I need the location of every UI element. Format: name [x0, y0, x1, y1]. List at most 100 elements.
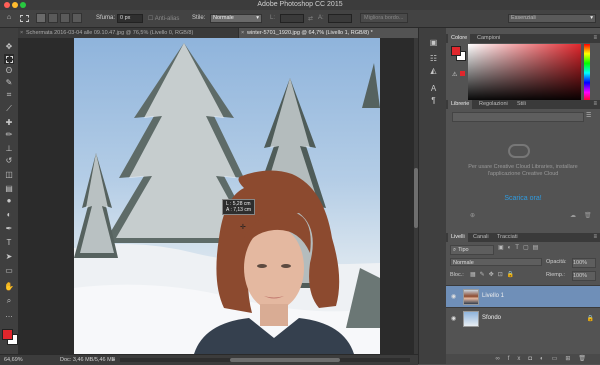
add-content-icon[interactable]: ⊕ [470, 212, 475, 219]
color-picker-field[interactable] [468, 44, 581, 102]
tab-layers[interactable]: Livelli [448, 233, 468, 242]
marquee-tool-preset-icon[interactable] [18, 13, 30, 23]
tab-color[interactable]: Colore [448, 34, 471, 43]
healing-brush-tool-icon[interactable]: ✚ [4, 118, 14, 128]
libraries-footer: ⊕ ☁ 🗑 [446, 212, 600, 222]
delete-icon[interactable]: 🗑 [584, 212, 592, 219]
close-icon[interactable]: × [241, 28, 244, 38]
fg-color-swatch[interactable] [451, 46, 461, 56]
new-layer-icon[interactable]: ⊞ [565, 356, 578, 362]
add-selection-button[interactable] [48, 13, 58, 23]
antialias-checkbox[interactable]: ☐ Anti-alias [148, 15, 179, 22]
library-list-view-icon[interactable]: ☰ [586, 112, 591, 119]
out-of-gamut-swatch[interactable] [460, 71, 465, 76]
library-select[interactable] [452, 112, 584, 122]
type-filter-icon[interactable]: T [515, 245, 523, 251]
document-image[interactable]: L : 5,28 cm A : 7,13 cm ✛ [74, 38, 380, 354]
download-link[interactable]: Scarica ora! [446, 195, 600, 202]
tab-document-1[interactable]: × Schermata 2016-03-04 alle 09.10.47.jpg… [18, 28, 238, 38]
lock-transparent-icon[interactable]: ▦ [470, 272, 480, 278]
opacity-input[interactable]: 100% [572, 258, 596, 268]
panel-menu-icon[interactable]: ≡ [593, 34, 597, 43]
clone-stamp-tool-icon[interactable]: ⊥ [4, 144, 14, 154]
style-select[interactable]: Normale ▾ [210, 14, 262, 23]
paragraph-panel-icon[interactable]: ¶ [428, 96, 439, 106]
crop-tool-icon[interactable]: ⌗ [4, 90, 14, 100]
new-selection-button[interactable] [36, 13, 46, 23]
layer-thumbnail [463, 289, 479, 305]
gradient-tool-icon[interactable]: ▤ [4, 184, 14, 194]
feather-input[interactable]: 0 px [117, 14, 143, 23]
path-selection-tool-icon[interactable]: ➤ [4, 252, 14, 262]
lock-image-icon[interactable]: ✎ [480, 272, 489, 278]
character-panel-icon[interactable]: A [428, 84, 439, 94]
tab-libraries[interactable]: Librerie [448, 100, 473, 109]
subtract-selection-button[interactable] [60, 13, 70, 23]
type-tool-icon[interactable]: T [4, 238, 14, 248]
hue-slider[interactable] [584, 44, 590, 102]
panel-menu-icon[interactable]: ≡ [593, 233, 597, 242]
tab-styles[interactable]: Stili [514, 100, 529, 109]
lasso-tool-icon[interactable]: ʘ [4, 66, 14, 76]
filter-kind-value: Tipo [458, 247, 469, 253]
dimension-tooltip: L : 5,28 cm A : 7,13 cm [222, 199, 256, 215]
panel-menu-icon[interactable]: ≡ [593, 100, 597, 109]
opacity-label: Opacità: [546, 259, 567, 265]
height-input[interactable] [328, 14, 352, 23]
cc-sync-icon[interactable]: ☁ [570, 212, 576, 219]
history-brush-tool-icon[interactable]: ↺ [4, 156, 14, 166]
hand-tool-icon[interactable]: ✋ [4, 282, 14, 292]
width-input[interactable] [280, 14, 304, 23]
eyedropper-tool-icon[interactable]: ⟋ [4, 104, 14, 114]
history-panel-icon[interactable]: ▣ [428, 38, 439, 48]
close-icon[interactable]: × [20, 28, 23, 38]
workspace-select[interactable]: Essenziali ▾ [508, 14, 596, 23]
blur-tool-icon[interactable]: ● [4, 196, 14, 206]
intersect-selection-button[interactable] [72, 13, 82, 23]
properties-panel-icon[interactable]: ☷ [428, 54, 439, 64]
tab-channels[interactable]: Canali [470, 233, 492, 242]
shape-filter-icon[interactable]: ▢ [523, 245, 533, 251]
fill-input[interactable]: 100% [572, 271, 596, 281]
adjustments-panel-icon[interactable]: ◭ [428, 66, 439, 76]
lock-artboard-icon[interactable]: ⊡ [498, 272, 507, 278]
layer-style-icon[interactable]: fx [508, 356, 529, 362]
move-tool-icon[interactable]: ✥ [4, 42, 14, 52]
lock-all-icon[interactable]: 🔒 [507, 272, 518, 278]
lock-position-icon[interactable]: ✥ [489, 272, 498, 278]
dodge-tool-icon[interactable]: ◐ [4, 210, 14, 220]
new-group-icon[interactable]: ▭ [552, 356, 566, 362]
blend-mode-select[interactable]: Normale [450, 258, 542, 266]
link-layers-icon[interactable]: ∞ [495, 356, 507, 362]
home-icon[interactable]: ⌂ [3, 13, 15, 23]
zoom-tool-icon[interactable]: ⌕ [4, 296, 14, 306]
visibility-eye-icon[interactable]: ◉ [451, 293, 456, 300]
pixel-filter-icon[interactable]: ▣ [498, 245, 508, 251]
tab-swatches[interactable]: Campioni [474, 34, 503, 43]
add-mask-icon[interactable]: ◘ [528, 356, 540, 362]
foreground-color-swatch[interactable] [2, 329, 13, 340]
eraser-tool-icon[interactable]: ◫ [4, 170, 14, 180]
rectangle-tool-icon[interactable]: ▭ [4, 266, 14, 276]
scrollbar-thumb[interactable] [230, 358, 340, 362]
brush-tool-icon[interactable]: ✏ [4, 130, 14, 140]
tab-paths[interactable]: Tracciati [494, 233, 521, 242]
layer-filter-select[interactable]: ⌕ Tipo [450, 245, 494, 255]
horizontal-scrollbar[interactable] [120, 358, 410, 362]
gamut-warning-icon[interactable]: ⚠ [452, 71, 457, 78]
rectangular-marquee-tool-icon[interactable] [4, 54, 14, 64]
pen-tool-icon[interactable]: ✒ [4, 224, 14, 234]
tab-adjustments[interactable]: Regolazioni [476, 100, 511, 109]
layer-row-livello-1[interactable]: ◉ Livello 1 [446, 285, 600, 307]
layer-row-sfondo[interactable]: ◉ Sfondo 🔒 [446, 307, 600, 329]
new-adjustment-icon[interactable]: ◐ [540, 356, 552, 362]
visibility-eye-icon[interactable]: ◉ [451, 315, 456, 322]
quick-selection-tool-icon[interactable]: ✎ [4, 78, 14, 88]
delete-layer-icon[interactable]: 🗑 [578, 356, 594, 362]
more-tools-icon[interactable]: … [4, 310, 14, 320]
smart-object-filter-icon[interactable]: ▤ [533, 245, 543, 251]
refine-edge-button[interactable]: Migliora bordo... [360, 13, 408, 23]
lock-icons: ▦✎✥⊡🔒 [470, 271, 518, 278]
swap-icon[interactable]: ⇄ [308, 15, 313, 22]
tab-document-2[interactable]: × winter-5701_1920.jpg @ 64,7% (Livello … [239, 28, 418, 38]
